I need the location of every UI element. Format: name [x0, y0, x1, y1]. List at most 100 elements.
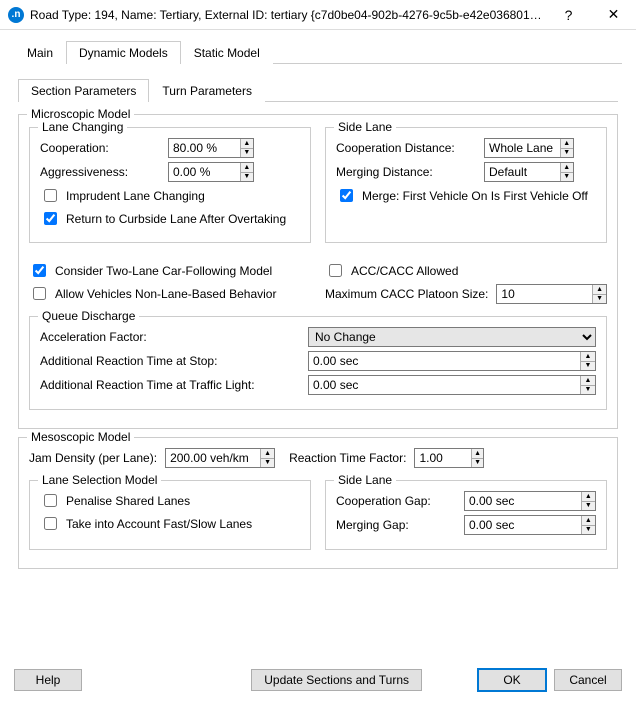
merge-distance-select[interactable]: ▲▼	[484, 162, 574, 182]
cooperation-label: Cooperation:	[40, 141, 160, 155]
spin-down-icon[interactable]: ▼	[582, 526, 595, 535]
side-lane-meso-group: Side Lane Cooperation Gap: ▲▼ Merging Ga…	[325, 480, 607, 550]
allow-nonlane-checkbox[interactable]: Allow Vehicles Non-Lane-Based Behavior	[29, 284, 311, 303]
max-cacc-input[interactable]	[497, 285, 592, 303]
spin-up-icon[interactable]: ▲	[582, 492, 595, 502]
tab-section-parameters[interactable]: Section Parameters	[18, 79, 149, 102]
side-lane-micro-legend: Side Lane	[334, 120, 396, 134]
jam-density-input[interactable]	[166, 449, 260, 467]
spin-down-icon[interactable]: ▼	[261, 459, 274, 468]
return-curbside-label: Return to Curbside Lane After Overtaking	[66, 212, 286, 226]
art-stop-spinbox[interactable]: ▲▼	[308, 351, 596, 371]
mesoscopic-legend: Mesoscopic Model	[27, 430, 134, 444]
lane-changing-group: Lane Changing Cooperation: ▲▼ Aggressive…	[29, 127, 311, 243]
art-traffic-input[interactable]	[309, 376, 580, 394]
cooperation-input[interactable]	[169, 139, 240, 157]
consider-twolane-label: Consider Two-Lane Car-Following Model	[55, 264, 272, 278]
acc-cacc-checkbox[interactable]: ACC/CACC Allowed	[325, 261, 607, 280]
max-cacc-label: Maximum CACC Platoon Size:	[325, 287, 488, 301]
side-lane-micro-group: Side Lane Cooperation Distance: ▲▼ Mergi…	[325, 127, 607, 243]
spin-up-icon[interactable]: ▲	[561, 163, 573, 173]
cooperation-spinbox[interactable]: ▲▼	[168, 138, 254, 158]
coop-gap-input[interactable]	[465, 492, 581, 510]
spin-down-icon[interactable]: ▼	[241, 173, 253, 182]
help-titlebar-button[interactable]: ?	[546, 0, 591, 30]
spin-down-icon[interactable]: ▼	[581, 386, 595, 395]
spin-down-icon[interactable]: ▼	[593, 295, 606, 304]
spin-up-icon[interactable]: ▲	[472, 449, 484, 459]
rtf-input[interactable]	[415, 449, 470, 467]
tab-static-model[interactable]: Static Model	[181, 41, 273, 64]
spin-up-icon[interactable]: ▲	[261, 449, 274, 459]
close-icon[interactable]: ✕	[591, 0, 636, 30]
update-sections-button[interactable]: Update Sections and Turns	[251, 669, 422, 691]
spin-up-icon[interactable]: ▲	[241, 163, 253, 173]
cancel-button[interactable]: Cancel	[554, 669, 622, 691]
app-icon: .n	[8, 7, 24, 23]
merge-gap-input[interactable]	[465, 516, 581, 534]
art-stop-input[interactable]	[309, 352, 580, 370]
sub-tabs: Section Parameters Turn Parameters	[18, 78, 618, 102]
tab-turn-parameters[interactable]: Turn Parameters	[149, 79, 265, 102]
imprudent-checkbox[interactable]: Imprudent Lane Changing	[40, 186, 300, 205]
spin-down-icon[interactable]: ▼	[561, 149, 573, 158]
merge-gap-spinbox[interactable]: ▲▼	[464, 515, 596, 535]
jam-density-spinbox[interactable]: ▲▼	[165, 448, 275, 468]
rtf-spinbox[interactable]: ▲▼	[414, 448, 484, 468]
lane-selection-group: Lane Selection Model Penalise Shared Lan…	[29, 480, 311, 550]
penalise-checkbox[interactable]: Penalise Shared Lanes	[40, 491, 300, 510]
return-curbside-checkbox[interactable]: Return to Curbside Lane After Overtaking	[40, 209, 300, 228]
titlebar: .n Road Type: 194, Name: Tertiary, Exter…	[0, 0, 636, 30]
rtf-label: Reaction Time Factor:	[289, 451, 406, 465]
spin-down-icon[interactable]: ▼	[581, 362, 595, 371]
side-lane-meso-legend: Side Lane	[334, 473, 396, 487]
spin-down-icon[interactable]: ▼	[582, 502, 595, 511]
coop-gap-label: Cooperation Gap:	[336, 494, 456, 508]
spin-up-icon[interactable]: ▲	[593, 285, 606, 295]
fastslow-label: Take into Account Fast/Slow Lanes	[66, 517, 252, 531]
spin-up-icon[interactable]: ▲	[561, 139, 573, 149]
fastslow-checkbox[interactable]: Take into Account Fast/Slow Lanes	[40, 514, 300, 533]
main-tabs: Main Dynamic Models Static Model	[14, 40, 622, 64]
merge-distance-label: Merging Distance:	[336, 165, 476, 179]
coop-distance-select[interactable]: ▲▼	[484, 138, 574, 158]
max-cacc-spinbox[interactable]: ▲▼	[496, 284, 607, 304]
jam-density-label: Jam Density (per Lane):	[29, 451, 157, 465]
spin-up-icon[interactable]: ▲	[581, 352, 595, 362]
tab-dynamic-models[interactable]: Dynamic Models	[66, 41, 181, 64]
merge-gap-label: Merging Gap:	[336, 518, 456, 532]
allow-nonlane-label: Allow Vehicles Non-Lane-Based Behavior	[55, 287, 276, 301]
coop-distance-input[interactable]	[485, 139, 560, 157]
ok-button[interactable]: OK	[478, 669, 546, 691]
queue-discharge-group: Queue Discharge Acceleration Factor: No …	[29, 316, 607, 410]
imprudent-label: Imprudent Lane Changing	[66, 189, 205, 203]
microscopic-model-group: Microscopic Model Lane Changing Cooperat…	[18, 114, 618, 429]
merge-distance-input[interactable]	[485, 163, 560, 181]
aggressiveness-label: Aggressiveness:	[40, 165, 160, 179]
merge-first-checkbox[interactable]: Merge: First Vehicle On Is First Vehicle…	[336, 186, 596, 205]
art-traffic-spinbox[interactable]: ▲▼	[308, 375, 596, 395]
mesoscopic-model-group: Mesoscopic Model Jam Density (per Lane):…	[18, 437, 618, 569]
merge-first-label: Merge: First Vehicle On Is First Vehicle…	[362, 189, 588, 203]
penalise-label: Penalise Shared Lanes	[66, 494, 190, 508]
spin-down-icon[interactable]: ▼	[561, 173, 573, 182]
accel-factor-label: Acceleration Factor:	[40, 330, 300, 344]
art-stop-label: Additional Reaction Time at Stop:	[40, 354, 300, 368]
tab-main[interactable]: Main	[14, 41, 66, 64]
help-button[interactable]: Help	[14, 669, 82, 691]
spin-up-icon[interactable]: ▲	[581, 376, 595, 386]
window-title: Road Type: 194, Name: Tertiary, External…	[30, 8, 546, 22]
spin-down-icon[interactable]: ▼	[472, 459, 484, 468]
acc-cacc-label: ACC/CACC Allowed	[351, 264, 458, 278]
spin-up-icon[interactable]: ▲	[582, 516, 595, 526]
queue-discharge-legend: Queue Discharge	[38, 309, 139, 323]
accel-factor-select[interactable]: No Change	[308, 327, 596, 347]
aggressiveness-spinbox[interactable]: ▲▼	[168, 162, 254, 182]
coop-distance-label: Cooperation Distance:	[336, 141, 476, 155]
spin-up-icon[interactable]: ▲	[241, 139, 253, 149]
consider-twolane-checkbox[interactable]: Consider Two-Lane Car-Following Model	[29, 261, 311, 280]
spin-down-icon[interactable]: ▼	[241, 149, 253, 158]
aggressiveness-input[interactable]	[169, 163, 240, 181]
lane-selection-legend: Lane Selection Model	[38, 473, 161, 487]
coop-gap-spinbox[interactable]: ▲▼	[464, 491, 596, 511]
